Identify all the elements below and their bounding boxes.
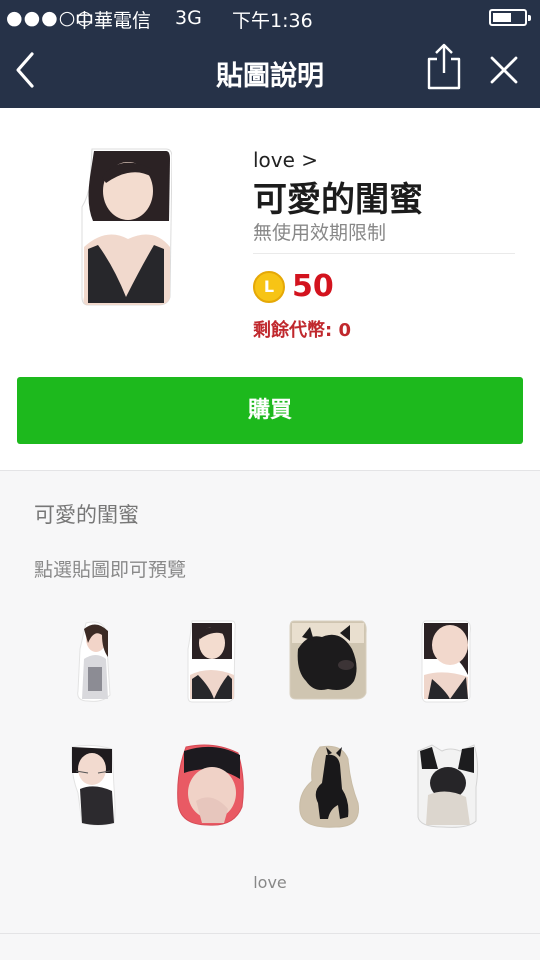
sticker-girl-closeup[interactable] xyxy=(420,619,472,703)
preview-hint-text: 點選貼圖即可預覽 xyxy=(34,559,187,581)
close-icon xyxy=(490,56,518,84)
sticker-dog-with-ears[interactable] xyxy=(412,743,480,829)
battery-icon xyxy=(489,9,531,26)
preview-section-title: 可愛的閨蜜 xyxy=(34,503,139,527)
network-type: 3G xyxy=(175,7,202,29)
sticker-black-dog-sitting[interactable] xyxy=(296,743,362,829)
info-divider xyxy=(253,253,515,254)
status-bar: ●●●○○ 中華電信 3G 下午1:36 xyxy=(0,0,540,34)
close-button[interactable] xyxy=(488,54,520,86)
validity-text: 無使用效期限制 xyxy=(253,222,387,244)
sticker-preview-section: 可愛的閨蜜 點選貼圖即可預覽 love xyxy=(0,470,540,960)
carrier-label: 中華電信 xyxy=(75,10,152,32)
share-button[interactable] xyxy=(424,42,464,92)
product-info-section: love > 可愛的閨蜜 無使用效期限制 L 50 剩餘代幣: 0 購買 xyxy=(0,108,540,470)
main-sticker-image xyxy=(81,148,172,306)
sticker-girl-standing[interactable] xyxy=(72,619,114,703)
sticker-pack-name: 可愛的閨蜜 xyxy=(253,180,423,220)
share-icon xyxy=(427,43,461,90)
sticker-girl-hand-face[interactable] xyxy=(174,743,246,827)
navigation-bar: 貼圖說明 xyxy=(0,34,540,108)
copyright-text: love xyxy=(253,873,287,892)
price-value: 50 xyxy=(292,269,334,304)
sticker-girl-cat-whiskers[interactable] xyxy=(68,743,118,827)
sticker-black-dog[interactable] xyxy=(288,619,368,701)
line-coin-icon: L xyxy=(253,271,285,303)
sticker-girl-portrait[interactable] xyxy=(186,619,236,703)
status-time: 下午1:36 xyxy=(232,10,313,32)
bottom-divider xyxy=(0,933,540,934)
remaining-coins-text: 剩餘代幣: 0 xyxy=(253,320,351,341)
author-link[interactable]: love > xyxy=(253,148,318,172)
buy-button[interactable]: 購買 xyxy=(17,377,523,444)
